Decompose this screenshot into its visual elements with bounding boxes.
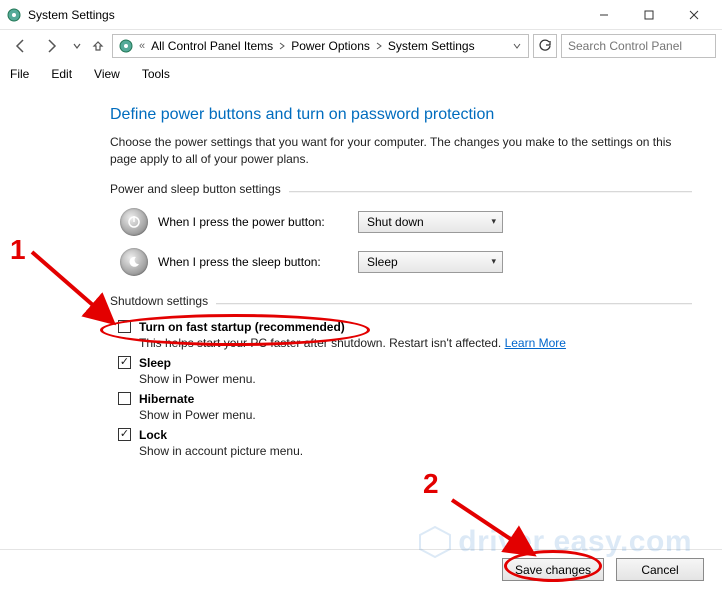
breadcrumb[interactable]: « All Control Panel Items Power Options … — [112, 34, 529, 58]
close-button[interactable] — [671, 1, 716, 29]
navbar: « All Control Panel Items Power Options … — [0, 30, 722, 62]
hibernate-row: Hibernate Show in Power menu. — [118, 392, 692, 422]
app-icon — [6, 7, 22, 23]
refresh-button[interactable] — [533, 34, 557, 58]
learn-more-link[interactable]: Learn More — [505, 336, 566, 350]
titlebar: System Settings — [0, 0, 722, 30]
chevron-right-icon[interactable] — [275, 35, 289, 57]
chevron-down-icon: ▾ — [491, 216, 496, 227]
hibernate-label: Hibernate — [139, 392, 194, 406]
breadcrumb-item-settings[interactable]: System Settings — [386, 39, 477, 53]
menu-view[interactable]: View — [90, 65, 124, 83]
sleep-button-value: Sleep — [367, 255, 398, 269]
page-description: Choose the power settings that you want … — [110, 134, 692, 168]
sleep-button-dropdown[interactable]: Sleep ▾ — [358, 251, 503, 273]
cancel-button[interactable]: Cancel — [616, 558, 704, 581]
save-button[interactable]: Save changes — [502, 558, 604, 581]
fast-startup-checkbox[interactable] — [118, 320, 131, 333]
control-panel-icon — [117, 37, 135, 55]
chevron-right-icon[interactable] — [372, 35, 386, 57]
watermark: driver easy.com — [418, 525, 692, 559]
sleep-button-row: When I press the sleep button: Sleep ▾ — [120, 242, 692, 282]
divider — [216, 303, 692, 305]
menu-tools[interactable]: Tools — [138, 65, 174, 83]
hibernate-desc: Show in Power menu. — [139, 408, 692, 422]
window-controls — [581, 1, 716, 29]
power-button-dropdown[interactable]: Shut down ▾ — [358, 211, 503, 233]
recent-locations-button[interactable] — [70, 32, 84, 60]
breadcrumb-item-all[interactable]: All Control Panel Items — [149, 39, 275, 53]
group-power-label: Power and sleep button settings — [110, 182, 281, 196]
chevron-down-icon: ▾ — [491, 256, 496, 267]
menubar: File Edit View Tools — [0, 62, 722, 86]
lock-label: Lock — [139, 428, 167, 442]
hibernate-checkbox[interactable] — [118, 392, 131, 405]
lock-desc: Show in account picture menu. — [139, 444, 692, 458]
menu-edit[interactable]: Edit — [47, 65, 76, 83]
power-button-row: When I press the power button: Shut down… — [120, 202, 692, 242]
sleep-desc: Show in Power menu. — [139, 372, 692, 386]
back-button[interactable] — [6, 32, 34, 60]
lock-checkbox[interactable] — [118, 428, 131, 441]
maximize-button[interactable] — [626, 1, 671, 29]
sleep-row: Sleep Show in Power menu. — [118, 356, 692, 386]
fast-startup-label: Turn on fast startup (recommended) — [139, 320, 345, 334]
breadcrumb-overflow[interactable]: « — [135, 40, 149, 52]
search-input[interactable] — [561, 34, 716, 58]
menu-file[interactable]: File — [6, 65, 33, 83]
lock-row: Lock Show in account picture menu. — [118, 428, 692, 458]
divider — [289, 191, 692, 193]
minimize-button[interactable] — [581, 1, 626, 29]
up-button[interactable] — [88, 32, 108, 60]
power-button-value: Shut down — [367, 215, 424, 229]
power-icon — [120, 208, 148, 236]
sleep-label: Sleep — [139, 356, 171, 370]
page-title: Define power buttons and turn on passwor… — [110, 106, 692, 124]
sleep-checkbox[interactable] — [118, 356, 131, 369]
group-shutdown-label: Shutdown settings — [110, 294, 208, 308]
chevron-down-icon[interactable] — [510, 35, 524, 57]
sleep-button-label: When I press the sleep button: — [158, 255, 348, 269]
fast-startup-desc: This helps start your PC faster after sh… — [139, 336, 692, 350]
breadcrumb-item-power[interactable]: Power Options — [289, 39, 372, 53]
forward-button[interactable] — [38, 32, 66, 60]
window-title: System Settings — [28, 8, 581, 22]
power-button-label: When I press the power button: — [158, 215, 348, 229]
main-content: Define power buttons and turn on passwor… — [0, 86, 722, 549]
fast-startup-row: Turn on fast startup (recommended) This … — [118, 320, 692, 350]
sleep-icon — [120, 248, 148, 276]
